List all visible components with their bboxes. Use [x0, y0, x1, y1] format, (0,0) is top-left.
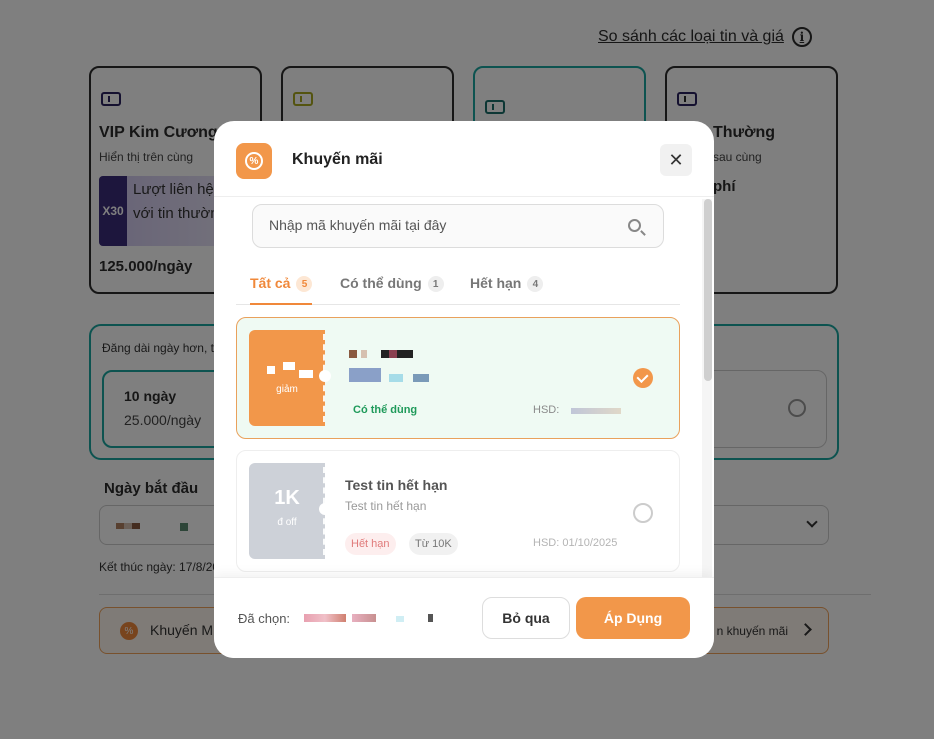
redacted — [389, 374, 403, 382]
coupon-stub-unit: giảm — [276, 384, 298, 395]
redacted — [389, 350, 397, 358]
promo-search-box[interactable] — [252, 204, 664, 248]
redacted — [381, 350, 389, 358]
redacted — [299, 370, 313, 378]
tab-count: 1 — [427, 276, 444, 292]
redacted — [396, 616, 404, 622]
coupon-description: Test tin hết hạn — [345, 499, 427, 513]
skip-button[interactable]: Bỏ qua — [482, 597, 570, 639]
tab-label: Có thể dùng — [340, 275, 422, 291]
search-icon[interactable] — [628, 219, 641, 232]
coupon-stub-value: 1K — [274, 487, 300, 509]
tab-count: 5 — [296, 276, 313, 292]
redacted — [267, 366, 275, 374]
scrollbar-thumb[interactable] — [704, 199, 712, 381]
modal-title: Khuyến mãi — [292, 151, 383, 168]
min-order-tag: Từ 10K — [409, 533, 458, 555]
coupon-card-selected[interactable]: giảm Có thể dùng HSD: — [236, 317, 680, 439]
apply-button[interactable]: Áp Dụng — [576, 597, 690, 639]
coupon-title: Test tin hết hạn — [345, 477, 448, 493]
coupon-notch — [319, 503, 331, 515]
tab-label: Hết hạn — [470, 275, 522, 291]
modal-header: % Khuyến mãi ✕ — [214, 121, 714, 197]
coupon-stub-unit: đ off — [277, 517, 297, 528]
promo-tabs: Tất cả 5 Có thể dùng 1 Hết hạn 4 — [236, 271, 680, 305]
tab-usable[interactable]: Có thể dùng 1 — [340, 275, 444, 305]
redacted — [304, 614, 346, 622]
redacted — [413, 374, 429, 382]
promo-search-input[interactable] — [269, 217, 609, 233]
tab-count: 4 — [527, 276, 544, 292]
promo-logo-icon: % — [236, 143, 272, 179]
check-icon[interactable] — [633, 368, 653, 388]
promo-modal: % Khuyến mãi ✕ Tất cả 5 Có thể dùng 1 Hế… — [214, 121, 714, 658]
redacted — [349, 350, 357, 358]
coupon-expiry: HSD: — [533, 404, 560, 416]
redacted — [397, 350, 413, 358]
selected-label: Đã chọn: — [238, 611, 291, 626]
coupon-stub: 1K đ off — [249, 463, 325, 559]
close-icon: ✕ — [668, 149, 684, 170]
coupon-status: Có thể dùng — [353, 404, 418, 416]
tab-expired[interactable]: Hết hạn 4 — [470, 275, 544, 305]
redacted — [428, 614, 433, 622]
coupon-stub: giảm — [249, 330, 325, 426]
coupon-radio[interactable] — [633, 503, 653, 523]
redacted — [283, 362, 295, 370]
coupon-expiry: HSD: 01/10/2025 — [533, 537, 618, 549]
redacted — [361, 350, 367, 358]
coupon-card-expired[interactable]: 1K đ off Test tin hết hạn Test tin hết h… — [236, 450, 680, 572]
close-button[interactable]: ✕ — [660, 144, 692, 176]
expired-tag: Hết hạn — [345, 533, 396, 555]
tab-all[interactable]: Tất cả 5 — [250, 275, 313, 305]
coupon-notch — [319, 370, 331, 382]
redacted — [349, 368, 381, 382]
tab-label: Tất cả — [250, 275, 291, 291]
redacted — [571, 408, 621, 414]
modal-footer: Đã chọn: Bỏ qua Áp Dụng — [214, 577, 714, 658]
redacted — [352, 614, 376, 622]
